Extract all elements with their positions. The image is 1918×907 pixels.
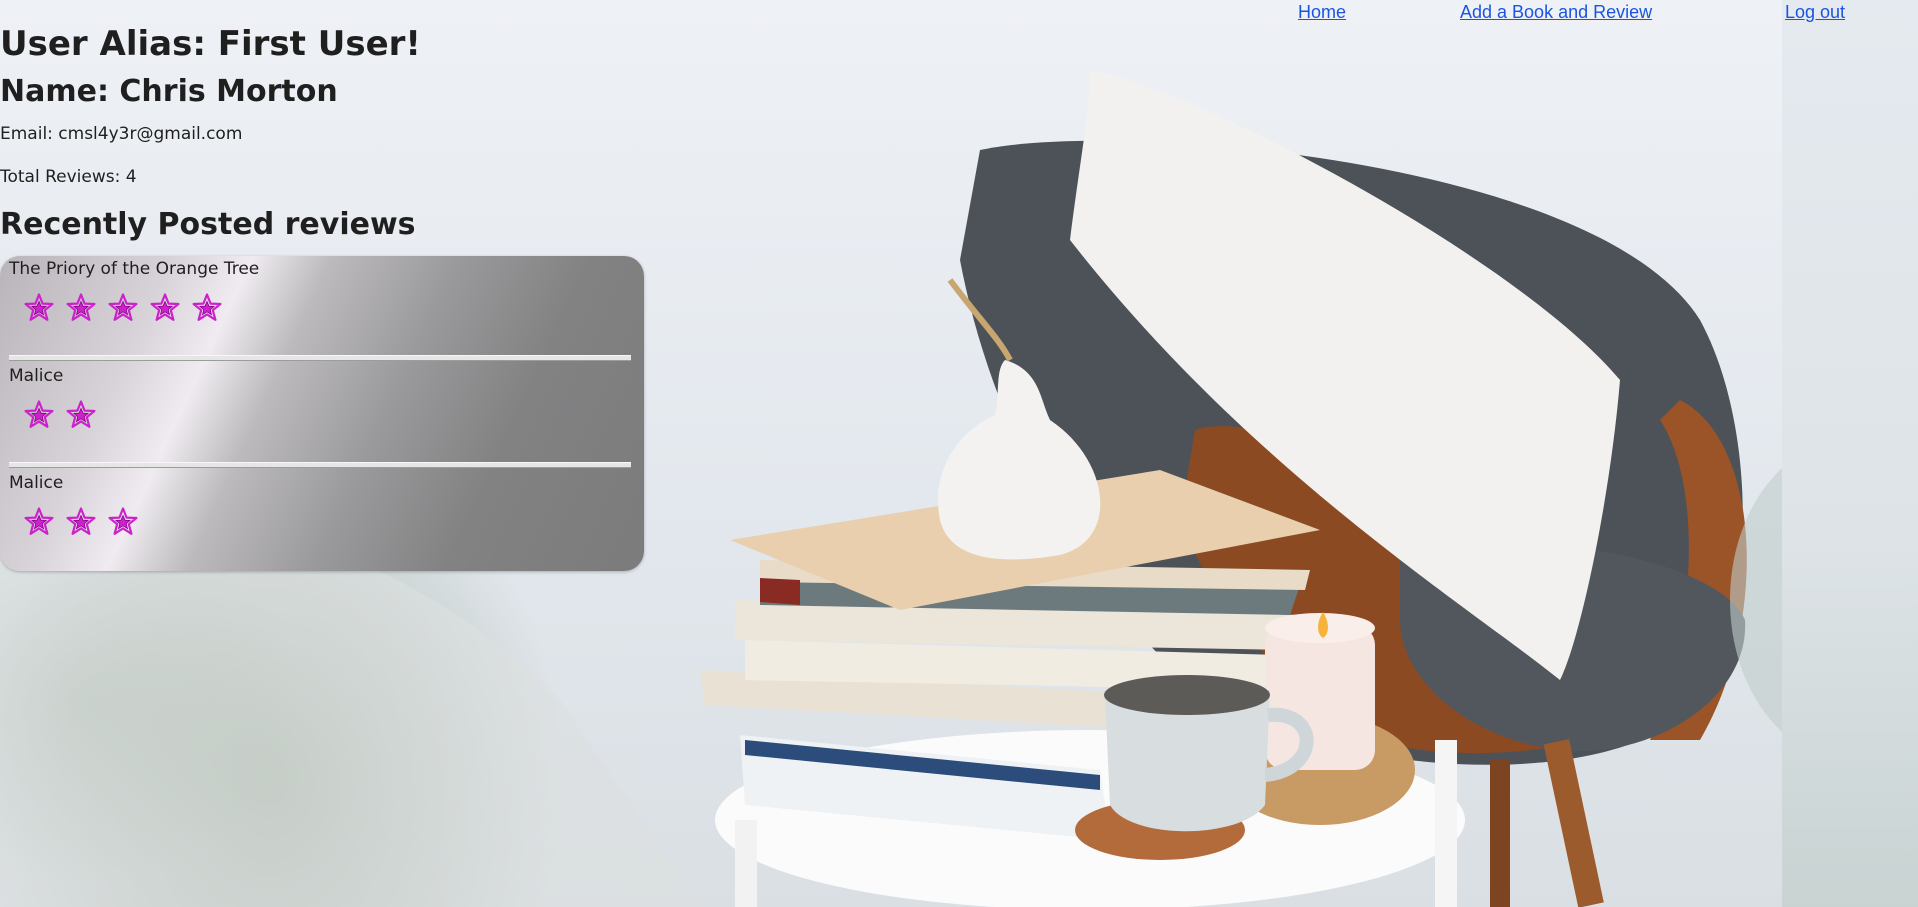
review-item: The Priory of the Orange Tree — [0, 256, 644, 363]
star-icon — [192, 293, 222, 321]
review-divider — [9, 355, 631, 361]
user-email: Email: cmsl4y3r@gmail.com — [0, 124, 243, 144]
star-icon — [66, 293, 96, 321]
review-book-title: Malice — [9, 473, 64, 493]
recent-reviews-heading: Recently Posted reviews — [0, 207, 416, 242]
review-item: Malice — [0, 363, 644, 470]
user-alias-heading: User Alias: First User! — [0, 24, 421, 64]
user-name-heading: Name: Chris Morton — [0, 74, 338, 109]
review-rating — [24, 400, 96, 430]
star-icon — [108, 293, 138, 321]
star-icon — [24, 293, 54, 321]
review-book-title: The Priory of the Orange Tree — [9, 259, 260, 279]
review-divider — [9, 462, 631, 468]
review-rating — [24, 293, 222, 323]
star-icon — [108, 507, 138, 535]
star-icon — [66, 400, 96, 428]
star-icon — [24, 507, 54, 535]
star-icon — [150, 293, 180, 321]
review-book-title: Malice — [9, 366, 64, 386]
review-rating — [24, 507, 138, 537]
nav-logout-link[interactable]: Log out — [1785, 2, 1845, 23]
star-icon — [24, 400, 54, 428]
review-item: Malice — [0, 470, 644, 571]
star-icon — [66, 507, 96, 535]
recent-reviews-card: The Priory of the Orange Tree Malice Mal… — [0, 256, 644, 571]
nav-home-link[interactable]: Home — [1298, 2, 1346, 23]
nav-add-book-link[interactable]: Add a Book and Review — [1460, 2, 1652, 23]
total-reviews: Total Reviews: 4 — [0, 167, 137, 187]
background-right-strip — [1782, 0, 1918, 907]
